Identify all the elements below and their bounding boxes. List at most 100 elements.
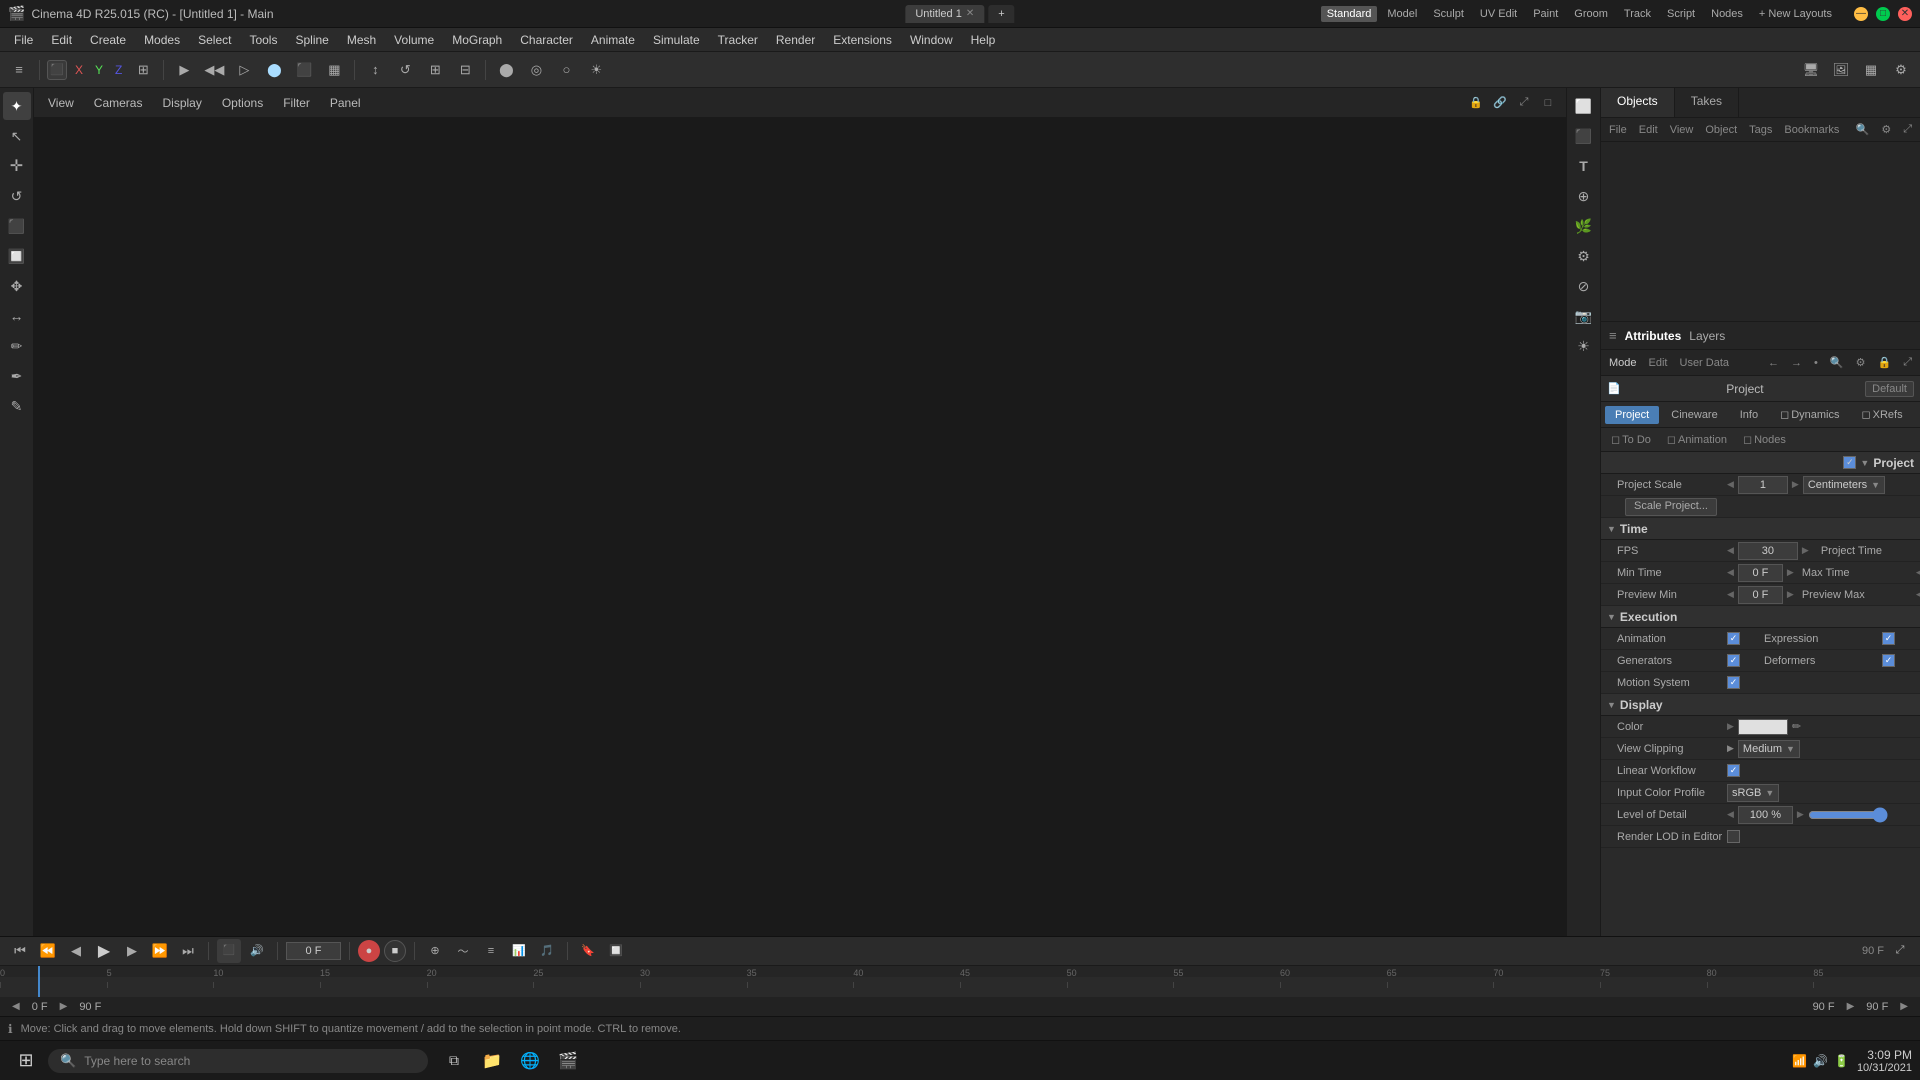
menu-create[interactable]: Create (82, 31, 134, 49)
menu-mograph[interactable]: MoGraph (444, 31, 510, 49)
toolbar-transform[interactable]: ↕ (362, 57, 388, 83)
obj-file-menu[interactable]: File (1605, 122, 1631, 138)
attr-sub-todo[interactable]: ◻ To Do (1605, 431, 1657, 448)
attr-tab-dynamics[interactable]: ◻ Dynamics (1770, 405, 1849, 424)
layout-track[interactable]: Track (1618, 6, 1657, 22)
tool-rotate[interactable]: ↺ (3, 182, 31, 210)
menu-volume[interactable]: Volume (386, 31, 442, 49)
tc-first-frame[interactable]: ⏮ (8, 939, 32, 963)
taskbar-edge[interactable]: 🌐 (512, 1043, 548, 1079)
layout-paint[interactable]: Paint (1527, 6, 1564, 22)
toolbar-circle[interactable]: ○ (553, 57, 579, 83)
obj-search-icon[interactable]: 🔍 (1852, 121, 1874, 138)
prop-prevmin-input[interactable] (1738, 586, 1783, 604)
toolbar-y[interactable]: Y (91, 63, 107, 77)
prop-scale-unit-dropdown[interactable]: Centimeters ▼ (1803, 476, 1885, 494)
attr-userdata-btn[interactable]: User Data (1676, 355, 1734, 371)
prop-mintime-left[interactable]: ◀ (1727, 567, 1734, 578)
prop-prevmax-left[interactable]: ◀ (1916, 589, 1920, 600)
vp-view[interactable]: View (42, 94, 80, 112)
menu-mesh[interactable]: Mesh (339, 31, 384, 49)
vp-display[interactable]: Display (156, 94, 207, 112)
tab-untitled1[interactable]: Untitled 1 ✕ (905, 5, 984, 23)
menu-animate[interactable]: Animate (583, 31, 643, 49)
prop-fps-left[interactable]: ◀ (1727, 545, 1734, 556)
tc-prev-keyframe[interactable]: ⏪ (36, 939, 60, 963)
menu-help[interactable]: Help (963, 31, 1004, 49)
prop-scale-arrow-left[interactable]: ◀ (1727, 479, 1734, 490)
tc-audio-icon[interactable]: 🎵 (535, 939, 559, 963)
section-project-header[interactable]: ✓ ▼ Project (1601, 452, 1920, 474)
tool-select[interactable]: ✦ (3, 92, 31, 120)
menu-render[interactable]: Render (768, 31, 823, 49)
vp-expand-icon[interactable]: ⤢ (1514, 93, 1534, 113)
taskbar-file-explorer[interactable]: 📁 (474, 1043, 510, 1079)
section-time-header[interactable]: ▼ Time (1601, 518, 1920, 540)
toolbar-grid[interactable]: ▦ (321, 57, 347, 83)
prop-fps-right[interactable]: ▶ (1802, 545, 1809, 556)
icon-strip-camera[interactable]: 📷 (1570, 302, 1598, 330)
toolbar-grid2[interactable]: ⊞ (422, 57, 448, 83)
prop-prevmin-right[interactable]: ▶ (1787, 589, 1794, 600)
time-nav-end[interactable]: ▶ (1843, 999, 1859, 1014)
tc-nav-icon[interactable]: ⤢ (1888, 939, 1912, 963)
vp-cameras[interactable]: Cameras (88, 94, 149, 112)
layout-sculpt[interactable]: Sculpt (1427, 6, 1470, 22)
attr-hamburger-icon[interactable]: ≡ (1609, 328, 1617, 343)
taskbar-task-view[interactable]: ⧉ (436, 1043, 472, 1079)
attr-doc-icon[interactable]: 📄 (1607, 382, 1621, 395)
obj-expand-icon[interactable]: ⤢ (1899, 121, 1916, 138)
layout-standard[interactable]: Standard (1321, 6, 1378, 22)
prop-color-swatch[interactable] (1738, 719, 1788, 735)
toolbar-sun[interactable]: ☀ (583, 57, 609, 83)
taskbar-battery-icon[interactable]: 🔋 (1834, 1054, 1849, 1068)
tc-record-off[interactable]: ⬛ (217, 939, 241, 963)
vp-link-icon[interactable]: 🔗 (1490, 93, 1510, 113)
tc-timeline-icon[interactable]: 📊 (507, 939, 531, 963)
prop-gen-checkbox[interactable]: ✓ (1727, 654, 1740, 667)
tool-scale[interactable]: ⬛ (3, 212, 31, 240)
menu-modes[interactable]: Modes (136, 31, 188, 49)
prop-inputcolor-dropdown[interactable]: sRGB ▼ (1727, 784, 1779, 802)
prop-lod-right[interactable]: ▶ (1797, 809, 1804, 820)
prop-linearwf-checkbox[interactable]: ✓ (1727, 764, 1740, 777)
menu-character[interactable]: Character (512, 31, 581, 49)
attr-tab-info[interactable]: Info (1730, 406, 1768, 424)
obj-edit-menu[interactable]: Edit (1635, 122, 1662, 138)
layout-new[interactable]: + New Layouts (1753, 6, 1838, 22)
menu-extensions[interactable]: Extensions (825, 31, 900, 49)
toolbar-settings-cog[interactable]: ⚙ (1888, 57, 1914, 83)
icon-strip-box[interactable]: ⬛ (1570, 122, 1598, 150)
attr-dot-icon[interactable]: • (1810, 355, 1822, 371)
attr-tab-cineware[interactable]: Cineware (1661, 406, 1727, 424)
tc-curve-icon[interactable]: 〜 (451, 939, 475, 963)
attr-tab-xrefs[interactable]: ◻ XRefs (1852, 405, 1913, 424)
layout-groom[interactable]: Groom (1568, 6, 1614, 22)
obj-settings-icon[interactable]: ⚙ (1877, 121, 1895, 138)
toolbar-render-play[interactable]: ▷ (231, 57, 257, 83)
tab-takes[interactable]: Takes (1675, 88, 1739, 117)
icon-strip-gear[interactable]: ⚙ (1570, 242, 1598, 270)
obj-view-menu[interactable]: View (1666, 122, 1698, 138)
icon-strip-target[interactable]: ⊕ (1570, 182, 1598, 210)
toolbar-undo[interactable]: ⬛ (47, 60, 67, 80)
tab-new[interactable]: + (988, 5, 1014, 23)
toolbar-rotate[interactable]: ↺ (392, 57, 418, 83)
icon-strip-slash[interactable]: ⊘ (1570, 272, 1598, 300)
layout-model[interactable]: Model (1381, 6, 1423, 22)
section-execution-header[interactable]: ▼ Execution (1601, 606, 1920, 628)
taskbar-speaker-icon[interactable]: 🔊 (1813, 1054, 1828, 1068)
toolbar-render[interactable]: ◀◀ (201, 57, 227, 83)
layout-nodes[interactable]: Nodes (1705, 6, 1749, 22)
tc-prev-frame[interactable]: ◀ (64, 939, 88, 963)
toolbar-sphere[interactable]: ⬤ (261, 57, 287, 83)
attr-filter-icon[interactable]: ⚙ (1852, 354, 1870, 371)
menu-edit[interactable]: Edit (43, 31, 80, 49)
obj-bookmarks-menu[interactable]: Bookmarks (1780, 122, 1843, 138)
toolbar-dot[interactable]: ⬤ (493, 57, 519, 83)
obj-object-menu[interactable]: Object (1701, 122, 1741, 138)
tc-stop-btn[interactable]: ■ (384, 940, 406, 962)
toolbar-grid3[interactable]: ⊟ (452, 57, 478, 83)
prop-renderlod-checkbox[interactable] (1727, 830, 1740, 843)
taskbar-cinema4d[interactable]: 🎬 (550, 1043, 586, 1079)
